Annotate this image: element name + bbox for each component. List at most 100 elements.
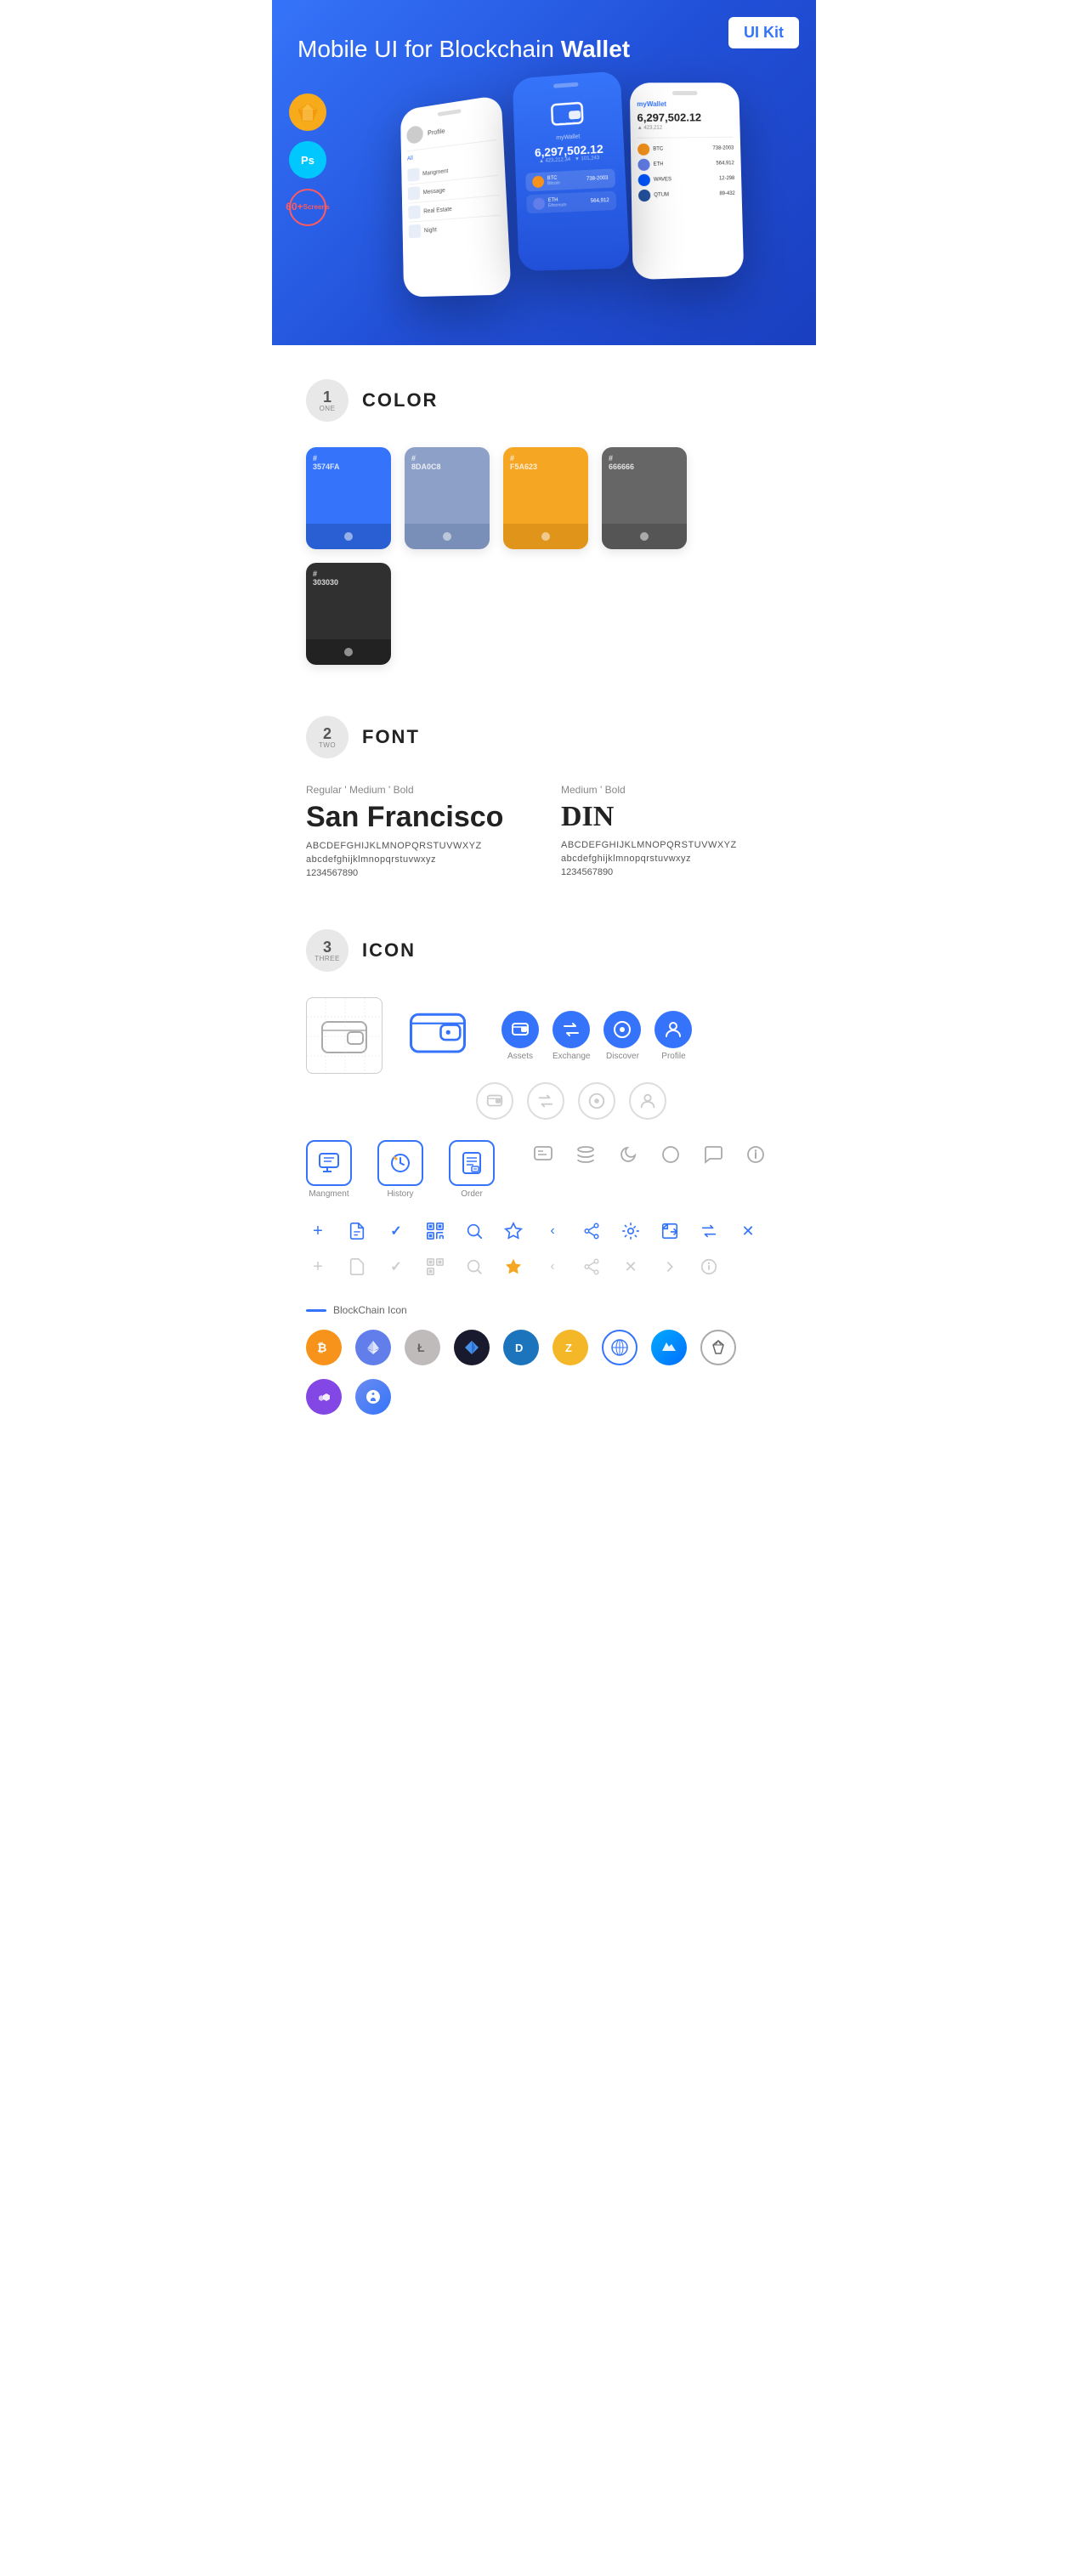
swatch-orange: #F5A623 <box>503 447 588 549</box>
arrow-left-icon: ‹ <box>541 1219 564 1243</box>
swatch-grey: #666666 <box>602 447 687 549</box>
icon-exchange-grey <box>527 1082 564 1120</box>
icon-assets-grey <box>476 1082 513 1120</box>
icon-assets: Assets <box>502 1011 539 1061</box>
cancel-grey-icon: ✕ <box>619 1255 643 1279</box>
polygon-icon <box>306 1379 342 1415</box>
blockchain-line <box>306 1309 326 1312</box>
moon-icon <box>614 1140 643 1169</box>
blockchain-text: BlockChain Icon <box>333 1304 407 1316</box>
ps-badge: Ps <box>289 141 326 179</box>
hero-title-regular: Mobile UI for Blockchain <box>298 36 561 62</box>
icon-profile-grey <box>629 1082 666 1120</box>
font-section: 2 TWO FONT Regular ' Medium ' Bold San F… <box>272 682 816 895</box>
din-numbers: 1234567890 <box>561 867 782 877</box>
speech-icon <box>699 1140 728 1169</box>
icon-mangment: Mangment <box>306 1140 352 1199</box>
wallet-icon-colored <box>408 1004 468 1068</box>
swatch-dark: #303030 <box>306 563 391 665</box>
sf-style-label: Regular ' Medium ' Bold <box>306 784 527 796</box>
crystal-icon <box>700 1330 736 1365</box>
extra-icons-row <box>529 1140 770 1169</box>
din-lowercase: abcdefghijklmnopqrstuvwxyz <box>561 854 782 864</box>
layers-icon <box>571 1140 600 1169</box>
arrow-right-grey-icon <box>658 1255 682 1279</box>
svg-text:D: D <box>515 1342 523 1354</box>
svg-text:Ł: Ł <box>417 1341 425 1354</box>
info-grey-icon <box>697 1255 721 1279</box>
hero-title-bold: Wallet <box>561 36 630 62</box>
sketch-badge <box>289 94 326 131</box>
close-icon: ✕ <box>736 1219 760 1243</box>
font-columns: Regular ' Medium ' Bold San Francisco AB… <box>306 784 782 878</box>
star-icon <box>502 1219 525 1243</box>
din-name: DIN <box>561 801 782 833</box>
info-icon <box>741 1140 770 1169</box>
font-col-din: Medium ' Bold DIN ABCDEFGHIJKLMNOPQRSTUV… <box>561 784 782 878</box>
color-section-header: 1 ONE COLOR <box>306 379 782 422</box>
color-section: 1 ONE COLOR #3574FA #8DA0C8 #F5A623 #666… <box>272 345 816 682</box>
hero-title: Mobile UI for Blockchain Wallet <box>298 34 790 65</box>
font-col-sf: Regular ' Medium ' Bold San Francisco AB… <box>306 784 527 878</box>
section-number-1: 1 ONE <box>306 379 348 422</box>
check-grey-icon: ✓ <box>384 1255 408 1279</box>
bitcoin-icon: ₿ <box>306 1330 342 1365</box>
color-swatches: #3574FA #8DA0C8 #F5A623 #666666 #303030 <box>306 447 782 665</box>
icon-section-header: 3 THREE ICON <box>306 929 782 972</box>
svg-text:Z: Z <box>565 1342 572 1354</box>
phone-left: Profile All Mangment Message Real Estate <box>400 95 512 298</box>
app-icons-row: Mangment History <box>306 1140 782 1199</box>
icon-order: Order <box>449 1140 495 1199</box>
utility-icons-blue: + ✓ <box>306 1219 782 1243</box>
circle-icon <box>656 1140 685 1169</box>
chat-icon <box>529 1140 558 1169</box>
doc-edit-icon <box>345 1219 369 1243</box>
icon-profile: Profile <box>654 1011 692 1061</box>
litecoin-icon: Ł <box>405 1330 440 1365</box>
search-icon <box>462 1219 486 1243</box>
share-icon <box>580 1219 604 1243</box>
svg-text:₿: ₿ <box>317 1341 326 1354</box>
section-number-2: 2 TWO <box>306 716 348 758</box>
swap-icon <box>697 1219 721 1243</box>
qr-grey-icon <box>423 1255 447 1279</box>
sf-numbers: 1234567890 <box>306 868 527 878</box>
font-title: FONT <box>362 726 420 748</box>
plus-grey-icon: + <box>306 1255 330 1279</box>
ethereum-icon <box>355 1330 391 1365</box>
wallet-construction: Assets Exchange Discove <box>306 997 782 1074</box>
phone-right: myWallet 6,297,502.12 ▲ 423,212 BTC 738-… <box>630 83 745 281</box>
icon-history: History <box>377 1140 423 1199</box>
icon-exchange: Exchange <box>552 1011 590 1061</box>
din-style-label: Medium ' Bold <box>561 784 782 796</box>
diamond-icon <box>454 1330 490 1365</box>
waves-icon <box>651 1330 687 1365</box>
star-gold-icon <box>502 1255 525 1279</box>
wallet-grid-outline <box>306 997 382 1074</box>
icon-discover: Discover <box>604 1011 641 1061</box>
qr-icon <box>423 1219 447 1243</box>
export-icon <box>658 1219 682 1243</box>
dot-icon <box>355 1379 391 1415</box>
hero-section: Mobile UI for Blockchain Wallet UI Kit P… <box>272 0 816 345</box>
section-number-3: 3 THREE <box>306 929 348 972</box>
share-grey-icon <box>580 1255 604 1279</box>
screens-badge: 60+ Screens <box>289 189 326 226</box>
din-uppercase: ABCDEFGHIJKLMNOPQRSTUVWXYZ <box>561 840 782 850</box>
nav-icons-group: Assets Exchange Discove <box>502 1011 692 1061</box>
arrow-left-grey-icon: ‹ <box>541 1255 564 1279</box>
sf-uppercase: ABCDEFGHIJKLMNOPQRSTUVWXYZ <box>306 841 527 851</box>
phones-container: Profile All Mangment Message Real Estate <box>298 73 790 294</box>
sf-lowercase: abcdefghijklmnopqrstuvwxyz <box>306 854 527 865</box>
check-icon: ✓ <box>384 1219 408 1243</box>
icon-section: 3 THREE ICON <box>272 895 816 1457</box>
font-section-header: 2 TWO FONT <box>306 716 782 758</box>
zcash-icon: Z <box>552 1330 588 1365</box>
utility-icons-grey: + ✓ <box>306 1255 782 1279</box>
hero-badges: Ps 60+ Screens <box>289 94 326 226</box>
search-grey-icon <box>462 1255 486 1279</box>
swatch-blue: #3574FA <box>306 447 391 549</box>
phone-center: myWallet 6,297,502.12 ▲ 423,212.34 ▼ 101… <box>513 71 630 271</box>
icon-title: ICON <box>362 939 416 962</box>
blockchain-label: BlockChain Icon <box>306 1304 782 1316</box>
